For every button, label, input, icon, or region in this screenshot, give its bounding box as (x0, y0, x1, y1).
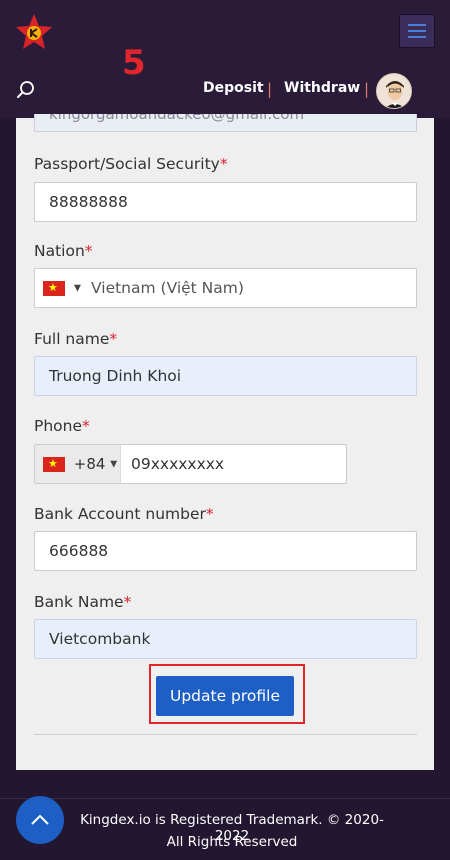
hamburger-icon-bar (408, 36, 426, 38)
avatar[interactable] (376, 73, 412, 109)
email-field[interactable]: kingorgamoandackeo@gmail.com (34, 114, 417, 132)
vietnam-flag-icon (43, 455, 65, 473)
chevron-up-icon (31, 814, 49, 825)
deposit-link[interactable]: Deposit (203, 80, 264, 96)
required-mark: * (123, 593, 132, 611)
chevron-down-icon: ▼ (110, 459, 118, 470)
full-name-input[interactable]: Truong Dinh Khoi (34, 356, 417, 396)
bank-account-label-text: Bank Account number (34, 505, 206, 523)
divider (34, 734, 417, 735)
passport-input[interactable]: 88888888 (34, 182, 417, 222)
footer-rights: All Rights Reserved (166, 834, 298, 850)
country-code-value: +84 (73, 455, 106, 473)
nation-label-text: Nation (34, 242, 85, 260)
required-mark: * (205, 505, 214, 523)
nav-separator: | (364, 80, 370, 98)
vietnam-flag-icon (43, 279, 65, 297)
chevron-down-icon: ▼ (73, 283, 81, 294)
nation-select[interactable]: ▼ Vietnam (Việt Nam) (34, 268, 417, 308)
required-mark: * (82, 417, 90, 435)
bank-account-input[interactable]: 666888 (34, 531, 417, 571)
required-mark: * (84, 242, 93, 260)
hamburger-icon-bar (408, 30, 426, 32)
step-marker: 5 (122, 43, 146, 83)
nation-value: Vietnam (Việt Nam) (91, 279, 244, 297)
required-mark: * (219, 155, 228, 173)
full-name-label: Full name* (34, 330, 117, 348)
withdraw-link[interactable]: Withdraw (284, 80, 360, 96)
search-icon[interactable] (16, 80, 36, 100)
passport-label-text: Passport/Social Security (34, 155, 220, 173)
header: 5 Deposit | Withdraw | (0, 0, 450, 118)
nav-separator: | (267, 80, 273, 98)
nation-label: Nation* (34, 242, 93, 260)
bank-name-input[interactable]: Vietcombank (34, 619, 417, 659)
hamburger-icon (408, 24, 426, 26)
required-mark: * (109, 330, 118, 348)
email-value: kingorgamoandackeo@gmail.com (49, 114, 305, 123)
phone-field: +84 ▼ 09xxxxxxxx (34, 444, 347, 484)
full-name-label-text: Full name (34, 330, 110, 348)
profile-form-card: kingorgamoandackeo@gmail.com Passport/So… (16, 114, 434, 770)
phone-input[interactable]: 09xxxxxxxx (131, 445, 224, 483)
star-logo-icon[interactable] (14, 12, 54, 52)
phone-label-text: Phone (34, 417, 83, 435)
avatar-image (377, 74, 411, 108)
hamburger-menu-button[interactable] (399, 14, 435, 48)
bank-account-label: Bank Account number* (34, 505, 214, 523)
bank-name-label: Bank Name* (34, 593, 131, 611)
phone-label: Phone* (34, 417, 90, 435)
country-code-select[interactable]: +84 ▼ (35, 445, 121, 483)
passport-label: Passport/Social Security* (34, 155, 228, 173)
bank-name-label-text: Bank Name (34, 593, 124, 611)
scroll-to-top-button[interactable] (16, 796, 64, 844)
update-profile-button[interactable]: Update profile (156, 676, 294, 716)
footer-divider (0, 798, 450, 799)
